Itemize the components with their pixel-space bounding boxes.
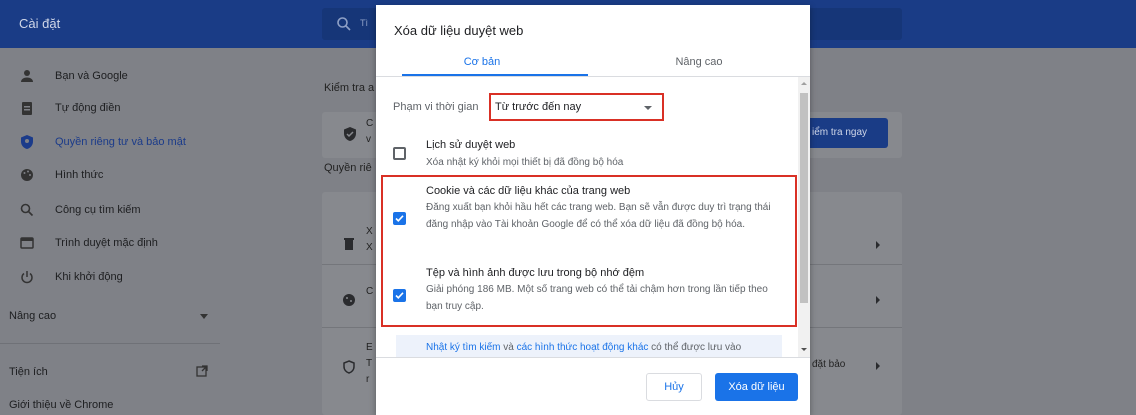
person-icon <box>21 70 33 82</box>
dropdown-caret-icon <box>644 106 652 110</box>
arrow-right-icon <box>876 362 880 370</box>
sidebar-item-default-browser[interactable]: Trình duyệt mặc định <box>0 229 230 257</box>
open-in-new-icon <box>196 365 208 377</box>
arrow-right-icon <box>876 241 880 249</box>
safety-check-heading: Kiểm tra a <box>324 82 375 94</box>
clear-browsing-data-dialog: Xóa dữ liệu duyệt web Cơ bản Nâng cao Ph… <box>376 5 810 415</box>
safety-check-button-label: iểm tra ngay <box>812 127 868 138</box>
other-activity-link[interactable]: các hình thức hoạt động khác <box>517 342 649 353</box>
info-tail: có thể được lưu vào <box>648 342 742 353</box>
option-description: Đăng xuất bạn khỏi hầu hết các trang web… <box>426 202 771 230</box>
dialog-title: Xóa dữ liệu duyệt web <box>394 23 524 38</box>
shield-icon <box>343 360 355 374</box>
sidebar-item-extensions[interactable]: Tiện ích <box>0 358 230 386</box>
scroll-up-icon[interactable] <box>801 82 807 85</box>
info-text: Nhật ký tìm kiếm và các hình thức hoạt đ… <box>426 342 741 353</box>
privacy-heading: Quyền riê <box>324 162 372 174</box>
sidebar-item-about-chrome[interactable]: Giới thiệu về Chrome <box>0 391 230 415</box>
check-icon <box>395 215 404 222</box>
clipboard-icon <box>22 102 32 115</box>
row-letter: C <box>366 286 374 297</box>
row-letter: E <box>366 342 373 353</box>
option-description: Giải phóng 186 MB. Một số trang web có t… <box>426 284 768 312</box>
sidebar-item-label: Giới thiệu về Chrome <box>9 399 114 411</box>
time-range-value: Từ trước đến nay <box>495 101 582 113</box>
row-letter: X <box>366 226 373 237</box>
time-range-select[interactable]: Từ trước đến nay <box>489 93 664 121</box>
scroll-down-icon[interactable] <box>801 348 807 351</box>
security-row-tail: đặt bảo <box>812 359 846 370</box>
sidebar-item-label: Quyền riêng tư và bảo mật <box>55 136 186 148</box>
checkbox-cache[interactable] <box>393 289 406 302</box>
palette-icon <box>21 169 33 181</box>
clear-data-button[interactable]: Xóa dữ liệu <box>715 373 798 401</box>
row-letter: v <box>366 134 371 145</box>
power-icon <box>21 271 33 284</box>
sidebar-item-appearance[interactable]: Hình thức <box>0 161 230 189</box>
shield-icon <box>21 135 33 149</box>
sidebar-item-label: Trình duyệt mặc định <box>55 237 158 249</box>
sidebar-item-autofill[interactable]: Tự động điền <box>0 94 230 122</box>
info-connector: và <box>500 342 517 353</box>
trash-icon <box>344 238 354 250</box>
sidebar-item-label: Tự động điền <box>55 102 121 114</box>
option-title: Tệp và hình ảnh được lưu trong bộ nhớ đệ… <box>426 267 645 279</box>
row-letter: T <box>366 358 373 369</box>
dialog-scrollbar[interactable] <box>798 77 810 357</box>
dialog-scroll-area: Phạm vi thời gian Từ trước đến nay Lịch … <box>376 77 810 357</box>
browser-icon <box>20 237 34 249</box>
checkbox-browsing-history[interactable] <box>393 147 406 160</box>
sidebar-advanced-toggle[interactable]: Nâng cao <box>0 302 230 330</box>
sidebar-item-label: Hình thức <box>55 169 104 181</box>
safety-check-button[interactable]: iểm tra ngay <box>800 118 888 148</box>
row-letter: C <box>366 118 374 129</box>
option-description: Xóa nhật ký khỏi mọi thiết bị đã đồng bộ… <box>426 157 624 168</box>
option-cache[interactable]: Tệp và hình ảnh được lưu trong bộ nhớ đệ… <box>393 267 783 317</box>
sidebar-item-privacy[interactable]: Quyền riêng tư và bảo mật <box>0 128 230 156</box>
search-history-info: Nhật ký tìm kiếm và các hình thức hoạt đ… <box>396 335 782 357</box>
search-icon <box>20 203 34 217</box>
search-icon <box>337 17 351 31</box>
checkbox-cookies[interactable] <box>393 212 406 225</box>
sidebar-item-label: Tiện ích <box>9 366 48 378</box>
cancel-button[interactable]: Hủy <box>646 373 702 401</box>
sidebar-divider <box>0 343 220 344</box>
arrow-right-icon <box>876 296 880 304</box>
row-letter: X <box>366 242 373 253</box>
option-browsing-history[interactable]: Lịch sử duyệt web Xóa nhật ký khỏi mọi t… <box>393 139 783 173</box>
tab-advanced[interactable]: Nâng cao <box>588 52 810 78</box>
option-title: Lịch sử duyệt web <box>426 139 516 151</box>
option-title: Cookie và các dữ liệu khác của trang web <box>426 185 631 197</box>
cookie-icon <box>343 294 355 306</box>
footer-divider <box>376 357 810 358</box>
row-letter: r <box>366 374 370 385</box>
scrollbar-thumb[interactable] <box>800 93 808 303</box>
page-title: Cài đặt <box>19 16 61 31</box>
search-history-link[interactable]: Nhật ký tìm kiếm <box>426 342 500 353</box>
sidebar: Bạn và Google Tự động điền Quyền riêng t… <box>0 48 240 415</box>
sidebar-item-label: Bạn và Google <box>55 70 128 82</box>
option-cookies[interactable]: Cookie và các dữ liệu khác của trang web… <box>393 185 783 247</box>
sidebar-item-label: Khi khởi động <box>55 271 123 283</box>
sidebar-item-search-engine[interactable]: Công cụ tìm kiếm <box>0 196 230 224</box>
shield-check-icon <box>344 127 356 141</box>
chevron-down-icon <box>200 314 208 319</box>
sidebar-item-on-startup[interactable]: Khi khởi động <box>0 263 230 291</box>
sidebar-item-you-and-google[interactable]: Bạn và Google <box>0 62 230 90</box>
time-range-label: Phạm vi thời gian <box>393 101 479 113</box>
sidebar-advanced-label: Nâng cao <box>9 310 57 322</box>
sidebar-item-label: Công cụ tìm kiếm <box>55 204 141 216</box>
check-icon <box>395 292 404 299</box>
